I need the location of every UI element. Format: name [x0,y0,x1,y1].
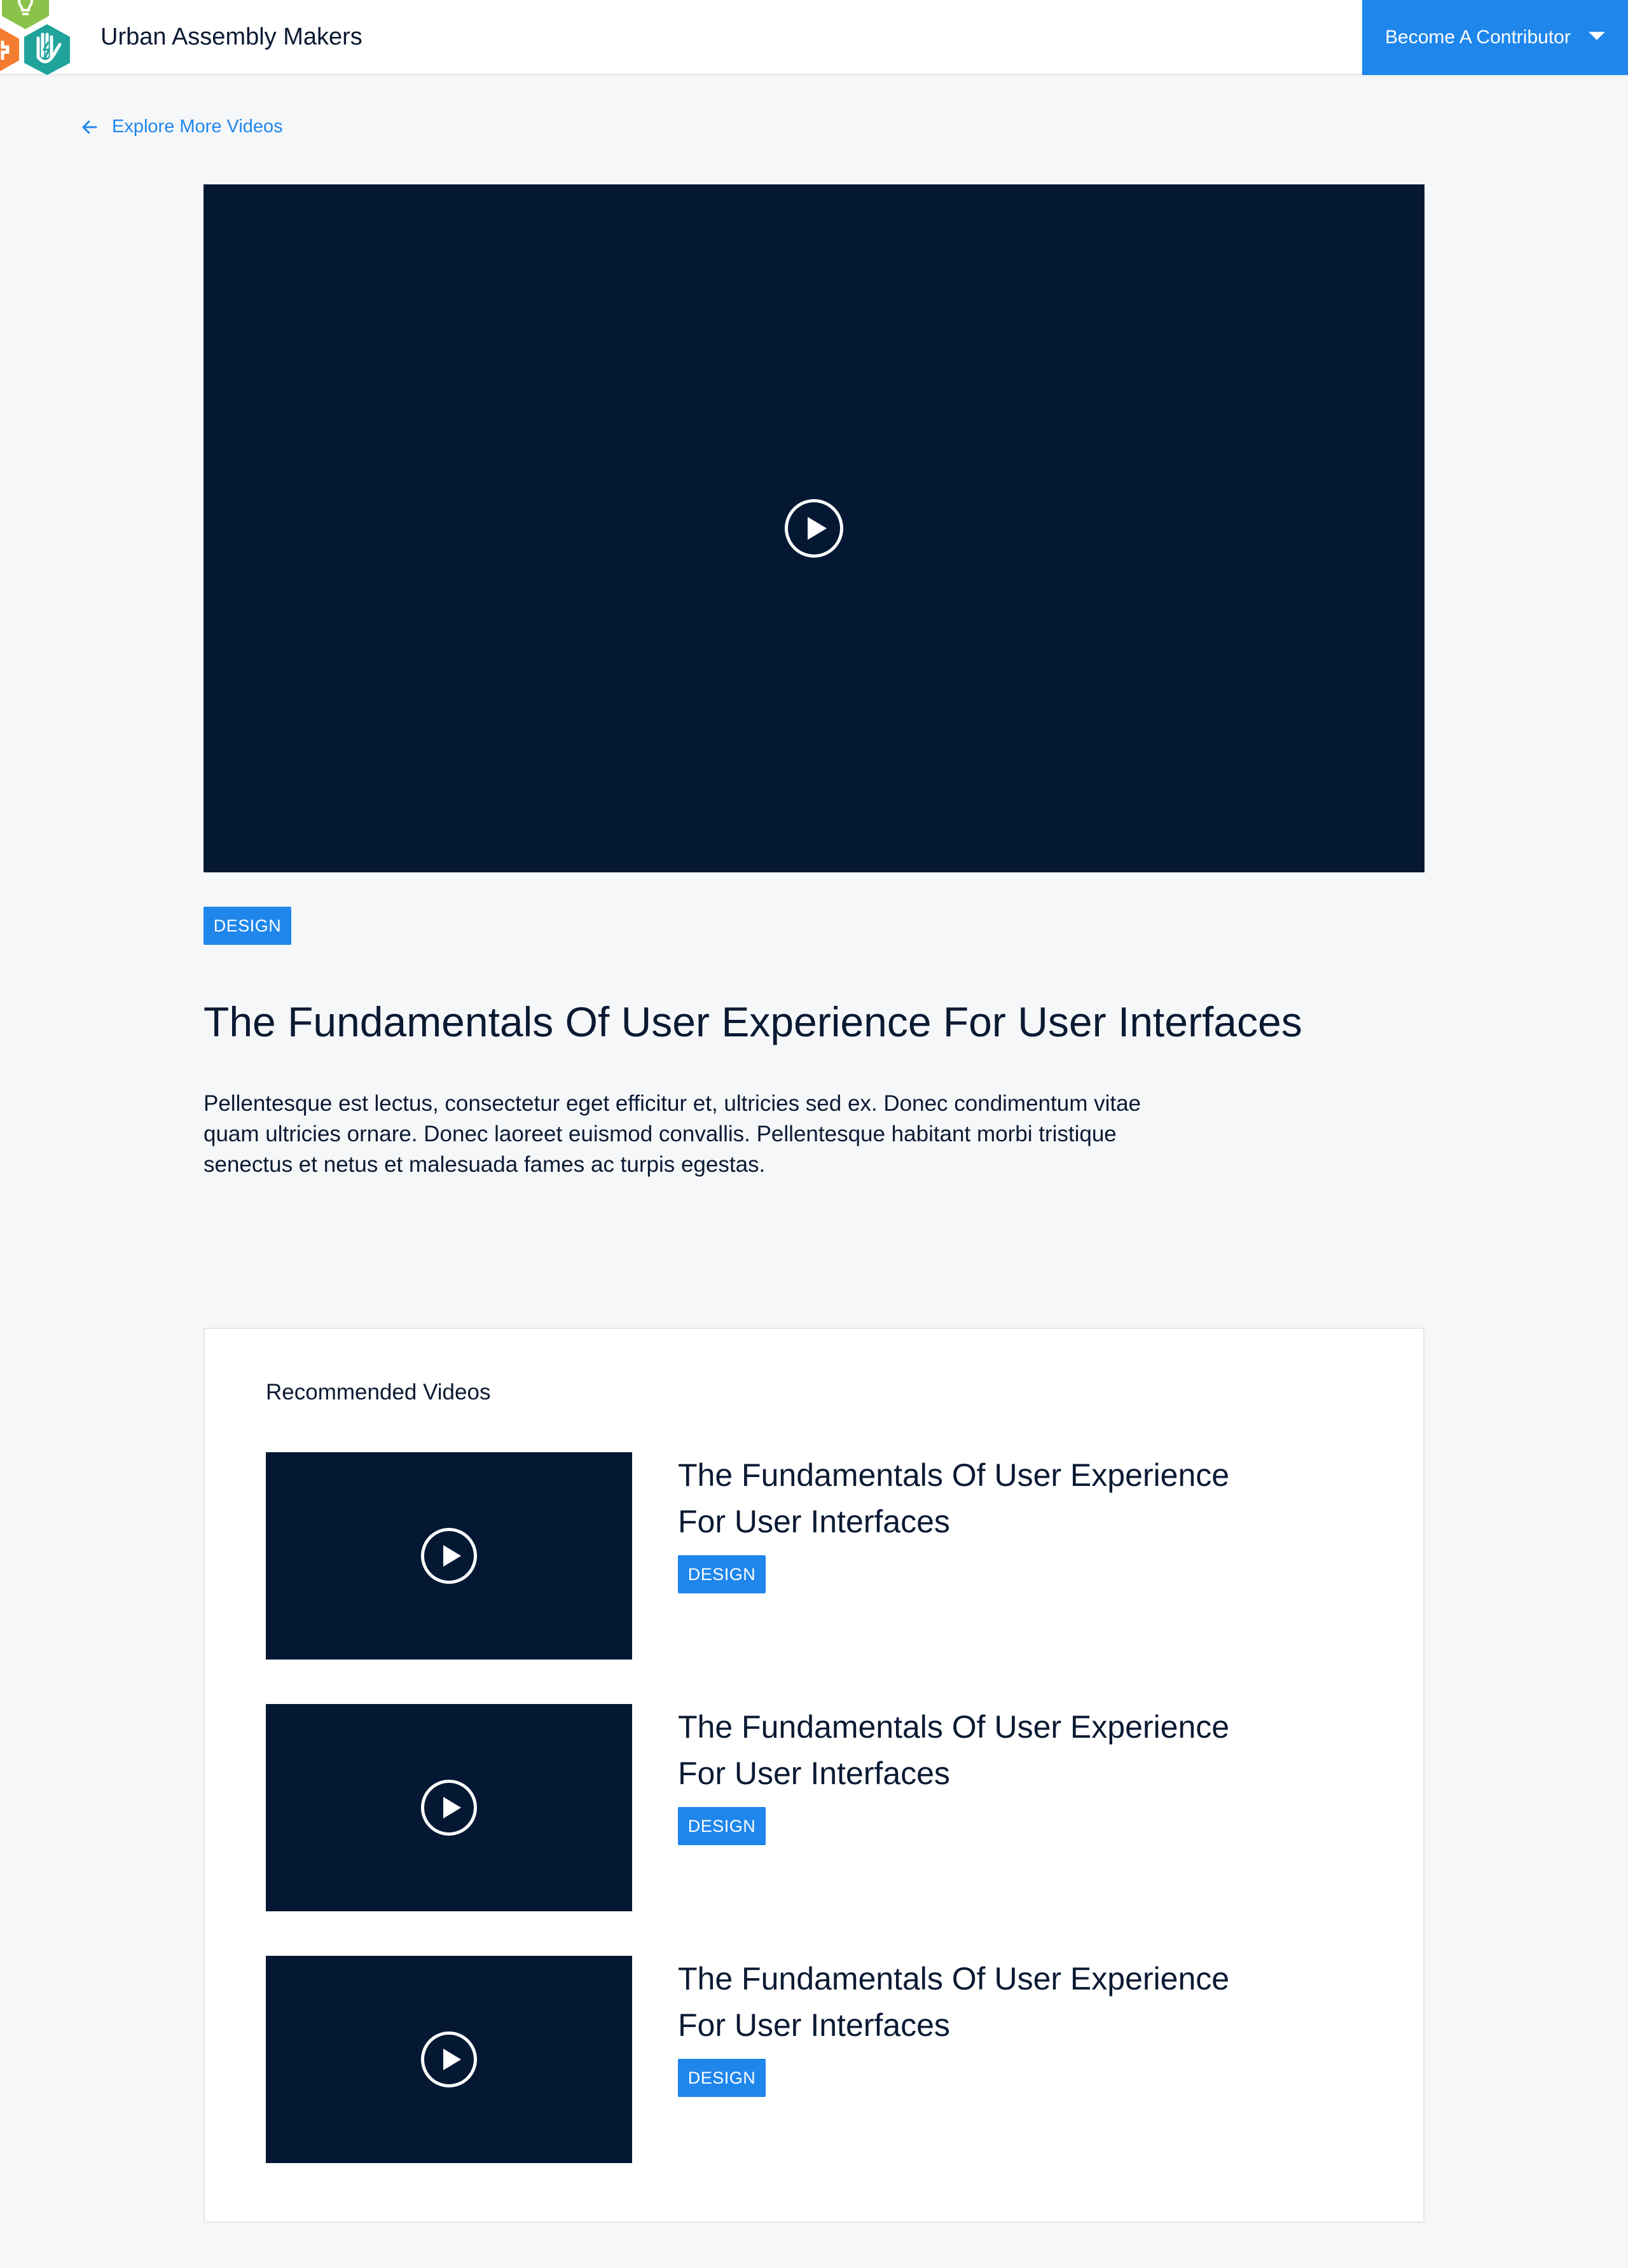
brand-logo[interactable] [0,0,76,75]
top-navbar: Urban Assembly Makers Become A Contribut… [0,0,1628,75]
play-icon[interactable] [421,2031,477,2087]
recommended-video-title[interactable]: The Fundamentals Of User Experience For … [678,1452,1263,1545]
video-description: Pellentesque est lectus, consectetur ege… [204,1091,1142,1177]
recommended-video-item[interactable]: The Fundamentals Of User Experience For … [266,1452,1347,1660]
arrow-left-icon [82,120,97,134]
play-icon[interactable] [421,1528,477,1584]
explore-more-videos-label: Explore More Videos [112,116,283,137]
brand-name[interactable]: Urban Assembly Makers [100,22,362,52]
video-thumbnail[interactable] [266,1704,632,1911]
recommended-video-item[interactable]: The Fundamentals Of User Experience For … [266,1956,1347,2163]
video-thumbnail[interactable] [266,1452,632,1660]
recommended-video-title[interactable]: The Fundamentals Of User Experience For … [678,1704,1263,1797]
category-tag[interactable]: DESIGN [678,2059,766,2097]
recommended-video-item[interactable]: The Fundamentals Of User Experience For … [266,1704,1347,1911]
video-thumbnail[interactable] [266,1956,632,2163]
category-tag[interactable]: DESIGN [678,1807,766,1845]
play-icon[interactable] [785,499,843,558]
recommended-video-title[interactable]: The Fundamentals Of User Experience For … [678,1956,1263,2049]
category-tag[interactable]: DESIGN [204,907,291,945]
become-contributor-label: Become A Contributor [1385,27,1571,48]
recommended-videos-panel: Recommended Videos The Fundamentals Of U… [204,1328,1424,2223]
category-tag[interactable]: DESIGN [678,1555,766,1593]
recommended-videos-heading: Recommended Videos [266,1380,491,1405]
become-contributor-button[interactable]: Become A Contributor [1362,0,1628,75]
caret-down-icon [1589,32,1605,40]
play-icon[interactable] [421,1780,477,1836]
video-title: The Fundamentals Of User Experience For … [204,998,1302,1045]
explore-more-videos-link[interactable]: Explore More Videos [80,116,283,137]
video-player[interactable] [204,184,1424,872]
